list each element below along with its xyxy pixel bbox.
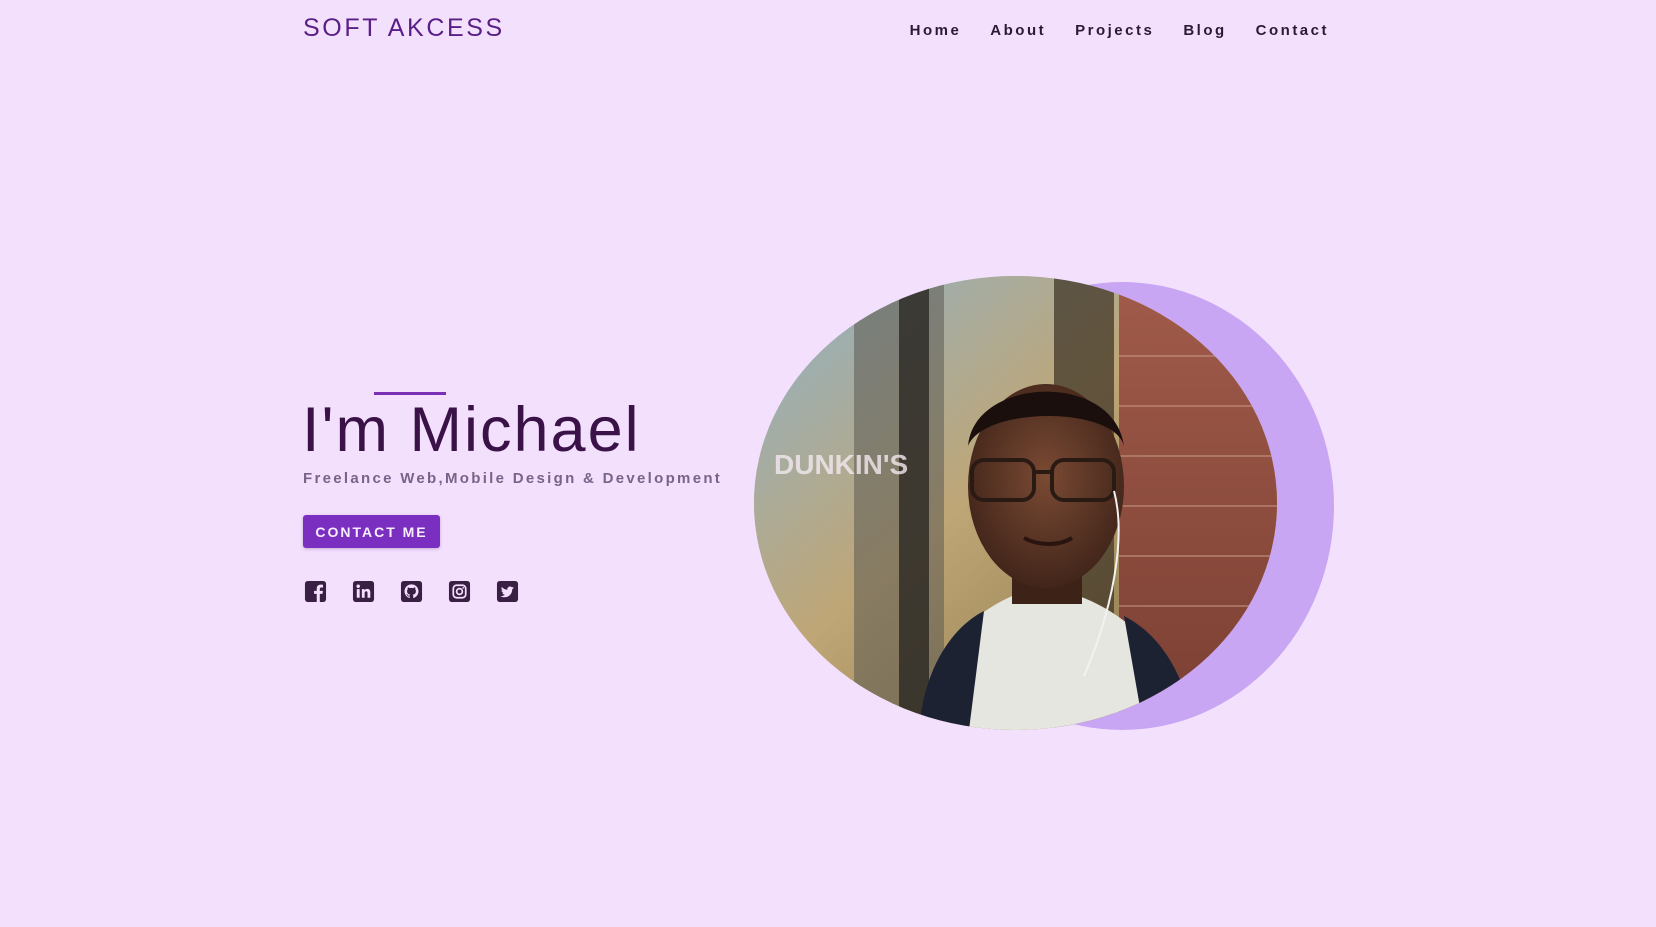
github-icon[interactable] — [400, 580, 423, 603]
site-header: SOFT AKCESS Home About Projects Blog Con… — [303, 0, 1329, 60]
instagram-icon[interactable] — [448, 580, 471, 603]
twitter-icon[interactable] — [496, 580, 519, 603]
hero-title: I'm Michael — [302, 395, 641, 465]
brand-logo[interactable]: SOFT AKCESS — [303, 14, 505, 43]
storefront-sign: DUNKIN'S — [774, 449, 908, 480]
profile-photo: DUNKIN'S — [754, 276, 1277, 730]
linkedin-icon[interactable] — [352, 580, 375, 603]
nav-blog[interactable]: Blog — [1183, 22, 1226, 39]
nav-about[interactable]: About — [990, 22, 1046, 39]
facebook-icon[interactable] — [304, 580, 327, 603]
nav-projects[interactable]: Projects — [1075, 22, 1154, 39]
nav-contact[interactable]: Contact — [1256, 22, 1329, 39]
hero-subtitle: Freelance Web,Mobile Design & Developmen… — [303, 470, 723, 487]
contact-me-button[interactable]: CONTACT ME — [303, 515, 440, 548]
portfolio-page: SOFT AKCESS Home About Projects Blog Con… — [0, 0, 1656, 927]
main-nav: Home About Projects Blog Contact — [910, 22, 1329, 39]
social-links — [304, 580, 519, 603]
nav-home[interactable]: Home — [910, 22, 962, 39]
